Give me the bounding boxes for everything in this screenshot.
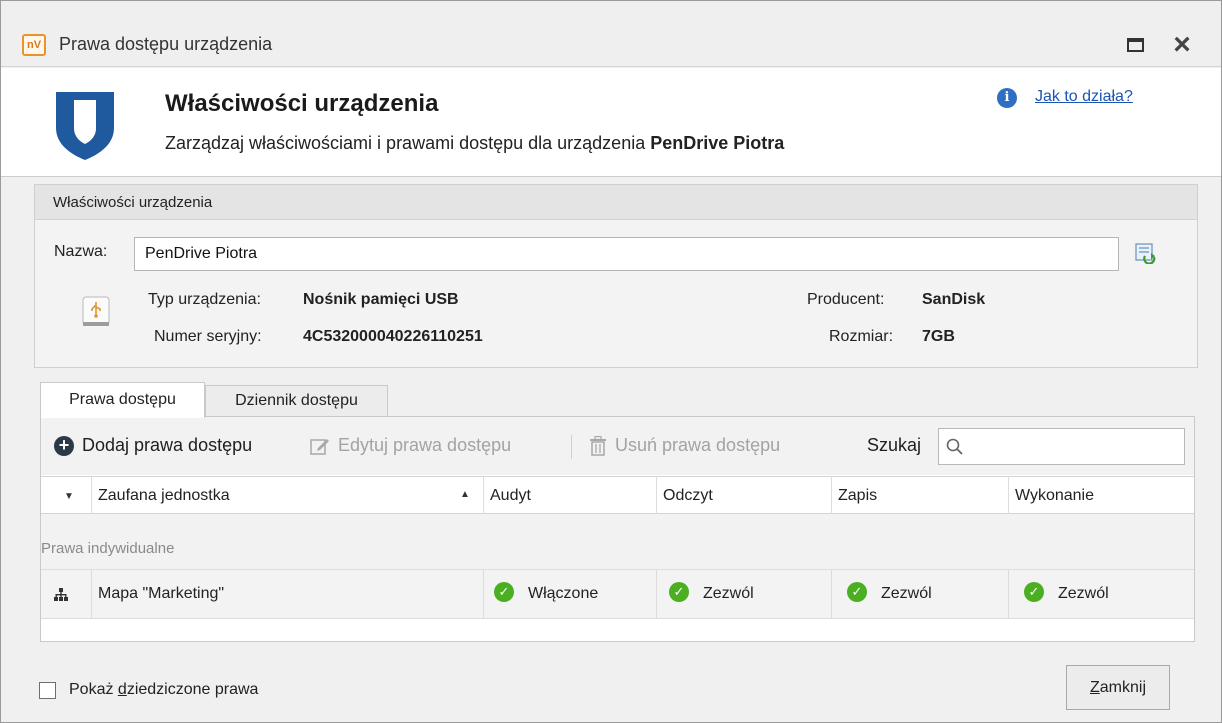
vendor-value: SanDisk (922, 291, 986, 308)
usb-drive-icon (82, 296, 110, 326)
add-rights-button[interactable]: + Dodaj prawa dostępu (54, 435, 252, 456)
table-row[interactable]: Mapa "Marketing" ✓ Włączone ✓ Zezwól ✓ Zezw… (41, 570, 1194, 619)
size-label: Rozmiar: (829, 328, 894, 345)
show-inherited-label[interactable]: Pokaż dziedziczone prawa (69, 681, 258, 699)
page-title: Właściwości urządzenia (165, 90, 439, 117)
tab-access-rights[interactable]: Prawa dostępu (40, 382, 205, 418)
entity-cell: Mapa "Marketing" (92, 570, 484, 618)
device-properties-group: Właściwości urządzenia Nazwa: Typ urządz… (34, 184, 1198, 368)
show-inherited-checkbox[interactable] (39, 682, 56, 699)
write-value: Zezwól (881, 585, 932, 602)
execute-cell: ✓ Zezwól (1009, 570, 1189, 618)
trash-icon (590, 435, 606, 456)
check-icon: ✓ (1024, 582, 1044, 603)
column-entity-label: Zaufana jednostka (98, 487, 230, 504)
group-title: Właściwości urządzenia (35, 185, 1197, 220)
app-logo-icon: nV (22, 34, 46, 56)
serial-number-label: Numer seryjny: (154, 328, 262, 345)
search-icon (946, 438, 963, 455)
page-subtitle: Zarządzaj właściwościami i prawami dostę… (165, 133, 784, 154)
subtitle-text: Zarządzaj właściwościami i prawami dostę… (165, 133, 651, 153)
sort-ascending-icon: ▲ (460, 489, 470, 500)
show-inherited-text-prefix: Pokaż (69, 681, 118, 698)
refresh-name-icon[interactable] (1134, 242, 1156, 264)
edit-rights-button[interactable]: Edytuj prawa dostępu (310, 435, 511, 456)
close-button[interactable]: Zamknij (1066, 665, 1170, 710)
grid-group-row: Prawa indywidualne (41, 514, 1194, 570)
check-icon: ✓ (494, 582, 514, 603)
column-header-entity[interactable]: Zaufana jednostka ▲ (92, 477, 484, 514)
toolbar-separator (571, 435, 572, 459)
shield-icon (56, 92, 114, 160)
execute-value: Zezwól (1058, 585, 1109, 602)
search-input[interactable] (938, 428, 1185, 465)
write-cell: ✓ Zezwól (832, 570, 1009, 618)
maximize-icon (1126, 38, 1144, 52)
show-inherited-accesskey: d (117, 681, 127, 698)
add-rights-label: Dodaj prawa dostępu (82, 435, 253, 455)
dialog-window: nV Prawa dostępu urządzenia × Właściwośc… (0, 0, 1222, 723)
column-header-read[interactable]: Odczyt (657, 477, 832, 514)
close-window-button[interactable]: × (1165, 29, 1199, 61)
info-icon: i (997, 88, 1017, 108)
show-inherited-text-suffix: ziedziczone prawa (126, 681, 259, 698)
add-icon: + (54, 435, 74, 456)
close-icon: × (1173, 28, 1191, 61)
window-title: Prawa dostępu urządzenia (59, 34, 273, 54)
grid-header: ▼ Zaufana jednostka ▲ Audyt Odczyt Zapis… (41, 476, 1194, 514)
column-header-execute[interactable]: Wykonanie (1009, 477, 1189, 514)
read-cell: ✓ Zezwól (657, 570, 832, 618)
delete-rights-button[interactable]: Usuń prawa dostępu (589, 435, 780, 456)
close-label-rest: amknij (1099, 679, 1146, 696)
dialog-header: Właściwości urządzenia Zarządzaj właściw… (1, 68, 1221, 177)
close-accesskey: Z (1089, 679, 1100, 696)
device-name-input[interactable] (134, 237, 1119, 271)
edit-icon (310, 438, 329, 455)
toolbar: + Dodaj prawa dostępu Edytuj prawa dostę… (41, 417, 1194, 475)
group-label: Prawa indywidualne (41, 540, 175, 557)
check-icon: ✓ (847, 582, 867, 603)
dropdown-arrow-icon: ▼ (64, 491, 74, 502)
title-bar: nV Prawa dostępu urządzenia × (1, 1, 1221, 67)
row-icon-cell (41, 570, 92, 618)
search-label: Szukaj (867, 435, 922, 455)
audit-value: Włączone (528, 585, 599, 602)
device-type-label: Typ urządzenia: (148, 291, 261, 308)
tab-access-log[interactable]: Dziennik dostępu (205, 385, 388, 417)
serial-number-value: 4C532000040226110251 (303, 328, 483, 345)
expand-column-header[interactable]: ▼ (41, 477, 92, 514)
org-tree-icon (54, 588, 68, 601)
device-type-value: Nośnik pamięci USB (303, 291, 459, 308)
audit-cell: ✓ Włączone (484, 570, 657, 618)
column-header-write[interactable]: Zapis (832, 477, 1009, 514)
access-rights-panel: + Dodaj prawa dostępu Edytuj prawa dostę… (40, 416, 1195, 642)
size-value: 7GB (922, 328, 955, 345)
name-label: Nazwa: (54, 243, 108, 260)
check-icon: ✓ (669, 582, 689, 603)
maximize-button[interactable] (1118, 29, 1152, 61)
read-value: Zezwól (703, 585, 754, 602)
column-header-audit[interactable]: Audyt (484, 477, 657, 514)
delete-rights-label: Usuń prawa dostępu (615, 435, 781, 455)
edit-rights-label: Edytuj prawa dostępu (338, 435, 512, 455)
subtitle-device-name: PenDrive Piotra (650, 133, 785, 153)
help-link[interactable]: Jak to działa? (1035, 88, 1133, 106)
vendor-label: Producent: (807, 291, 885, 308)
